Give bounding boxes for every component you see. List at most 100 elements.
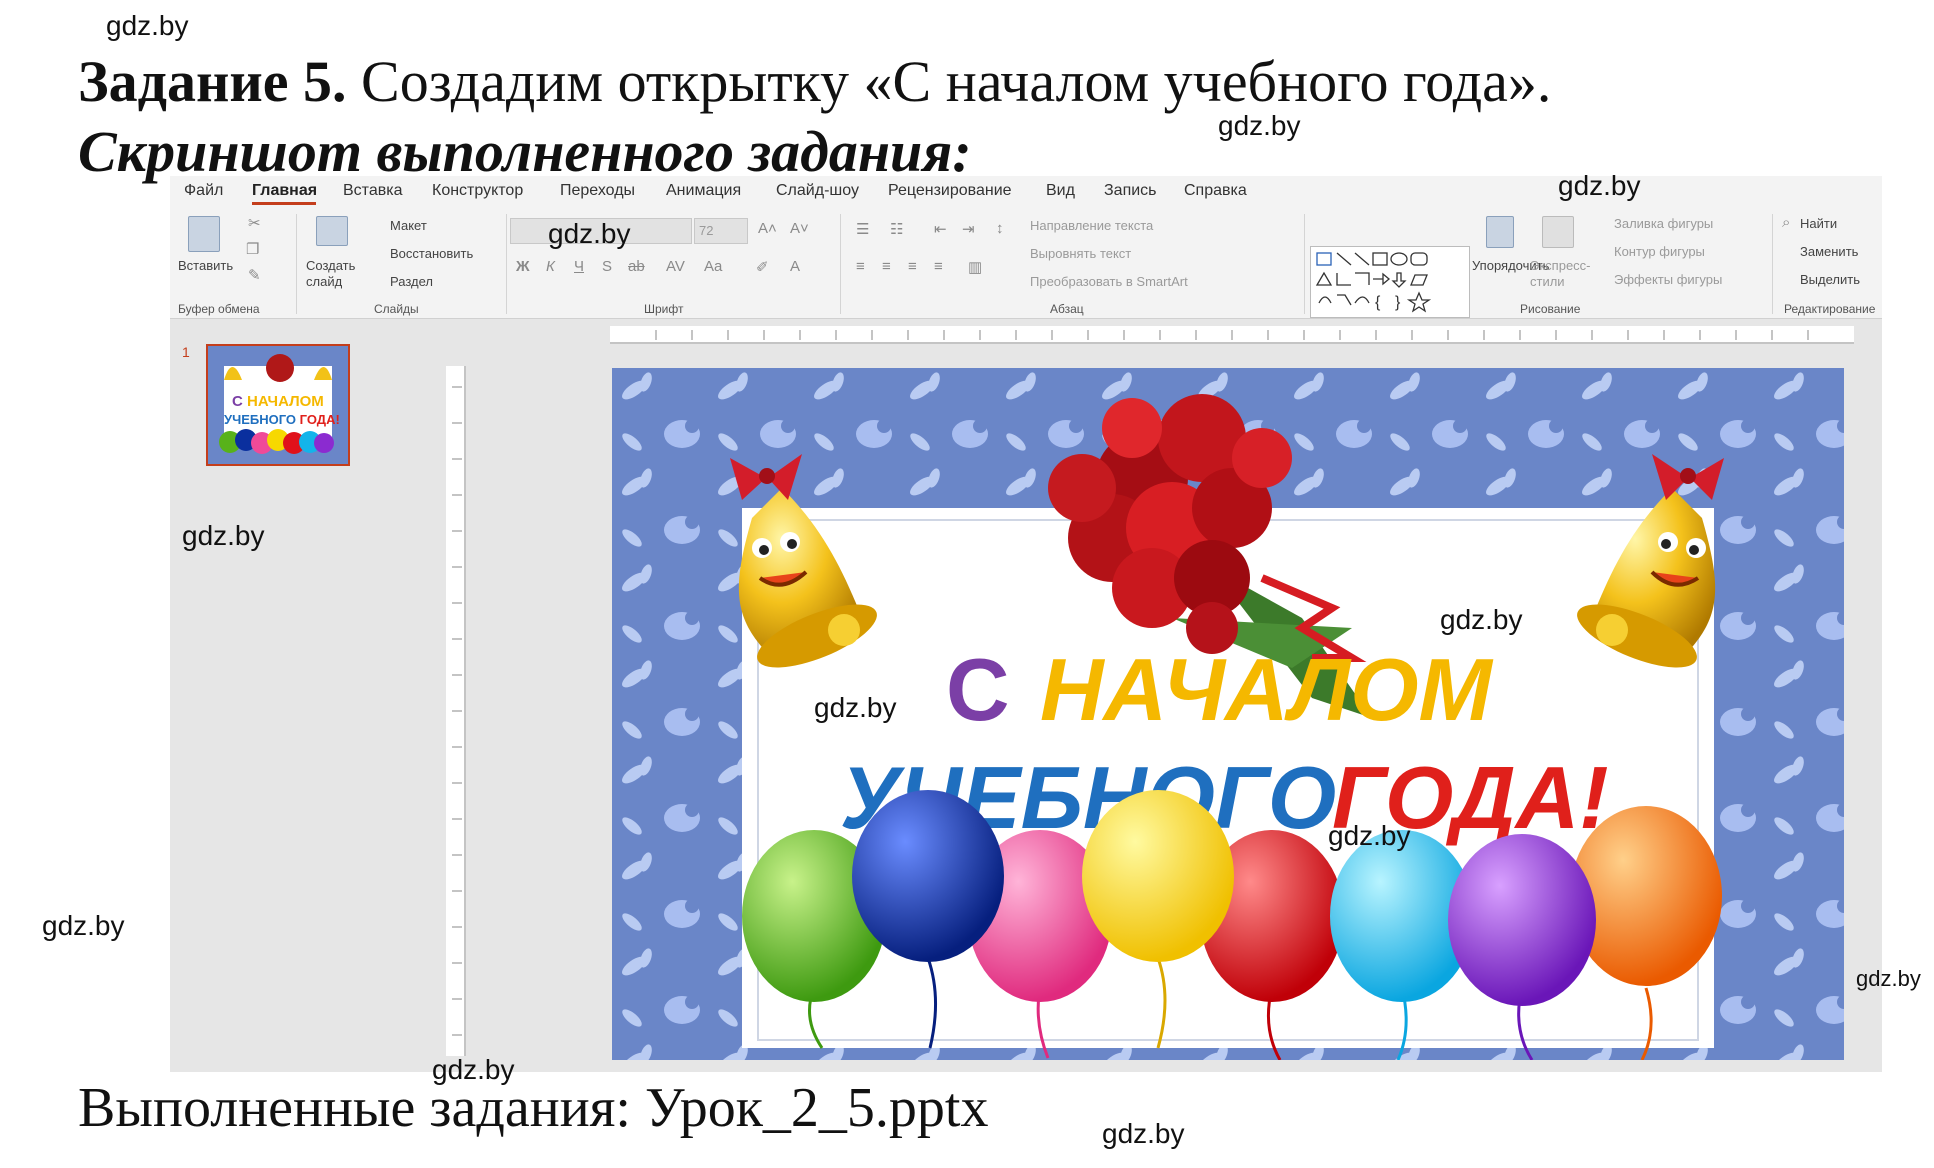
italic-icon[interactable]: К (546, 258, 555, 275)
separator (296, 214, 297, 314)
shrink-font-icon[interactable]: A˅ (790, 220, 809, 237)
menu-animations[interactable]: Анимация (666, 182, 741, 200)
shapes-gallery[interactable]: { } (1310, 246, 1470, 318)
char-spacing-icon[interactable]: AV (666, 258, 685, 275)
watermark: gdz.by (548, 218, 631, 249)
paste-button[interactable]: Вставить (178, 258, 233, 273)
reset-button[interactable]: Восстановить (390, 246, 473, 261)
columns-icon[interactable]: ▥ (968, 258, 982, 276)
drawing-group-label: Рисование (1520, 302, 1581, 316)
shape-fill-button[interactable]: Заливка фигуры (1614, 216, 1713, 231)
svg-text:С НАЧАЛОМ: С НАЧАЛОМ (232, 393, 324, 410)
main-slide-canvas[interactable]: С НАЧАЛОМ УЧЕБНОГО ГОДА! (612, 368, 1844, 1060)
watermark: gdz.by (182, 520, 265, 551)
watermark: gdz.by (432, 1054, 515, 1085)
quick-styles-icon[interactable] (1542, 216, 1574, 248)
task-subtitle: Скриншот выполненного задания: (78, 119, 972, 184)
menu-transitions[interactable]: Переходы (560, 182, 635, 200)
watermark: gdz.by (1218, 110, 1301, 141)
vruler-ticks (452, 366, 466, 1056)
watermark: gdz.by (1102, 1118, 1185, 1149)
separator (1772, 214, 1773, 314)
card-text-nachalom: НАЧАЛОМ (1040, 640, 1494, 739)
ribbon: Вставить ✂ ❐ ✎ Буфер обмена Создать слай… (170, 206, 1882, 319)
menu-record[interactable]: Запись (1104, 182, 1157, 200)
watermark: gdz.by (1328, 820, 1411, 851)
align-left-icon[interactable]: ≡ (856, 258, 865, 275)
underline-icon[interactable]: Ч (574, 258, 584, 275)
bold-icon[interactable]: Ж (516, 258, 530, 275)
greeting-card: С НАЧАЛОМ УЧЕБНОГО ГОДА! (612, 368, 1844, 1060)
vertical-ruler[interactable] (446, 366, 466, 1056)
decrease-indent-icon[interactable]: ⇤ (934, 220, 947, 238)
cut-icon[interactable]: ✂ (248, 214, 261, 232)
shadow-icon[interactable]: S (602, 258, 612, 275)
card-text-s: С (946, 640, 1010, 739)
numbering-icon[interactable]: ☷ (890, 220, 903, 238)
slide-thumbnail[interactable]: С НАЧАЛОМ УЧЕБНОГО ГОДА! (206, 344, 350, 466)
justify-icon[interactable]: ≡ (934, 258, 943, 275)
section-button[interactable]: Раздел (390, 274, 433, 289)
select-button[interactable]: Выделить (1800, 272, 1860, 287)
horizontal-ruler[interactable] (610, 326, 1854, 344)
find-icon[interactable]: ⌕ (1782, 214, 1790, 231)
arrange-icon[interactable] (1486, 216, 1514, 248)
quick-styles-button[interactable]: Экспресс-стили (1530, 258, 1598, 290)
menu-slideshow[interactable]: Слайд-шоу (776, 182, 859, 200)
paragraph-group-label: Абзац (1050, 302, 1084, 316)
active-tab-indicator (252, 202, 316, 205)
grow-font-icon[interactable]: A˄ (758, 220, 777, 237)
align-right-icon[interactable]: ≡ (908, 258, 917, 275)
new-slide-icon[interactable] (316, 216, 348, 246)
strikethrough-icon[interactable]: ab (628, 258, 645, 275)
svg-text:}: } (1395, 294, 1401, 311)
separator (1304, 214, 1305, 314)
change-case-icon[interactable]: Aa (704, 258, 722, 275)
align-text-button[interactable]: Выровнять текст (1030, 246, 1131, 261)
watermark: gdz.by (1856, 966, 1921, 991)
replace-button[interactable]: Заменить (1800, 244, 1858, 259)
svg-text:УЧЕБНОГО ГОДА!: УЧЕБНОГО ГОДА! (224, 412, 340, 427)
shape-effects-button[interactable]: Эффекты фигуры (1614, 272, 1722, 287)
copy-icon[interactable]: ❐ (246, 240, 259, 258)
paste-icon[interactable] (188, 216, 220, 252)
menu-insert[interactable]: Вставка (343, 182, 402, 200)
thumbnail-preview: С НАЧАЛОМ УЧЕБНОГО ГОДА! (208, 346, 348, 464)
format-painter-icon[interactable]: ✎ (248, 266, 261, 284)
font-color-icon[interactable]: A (790, 258, 800, 275)
find-button[interactable]: Найти (1800, 216, 1837, 231)
bullets-icon[interactable]: ☰ (856, 220, 869, 238)
line-spacing-icon[interactable]: ↕ (996, 220, 1004, 237)
layout-button[interactable]: Макет (390, 218, 427, 233)
increase-indent-icon[interactable]: ⇥ (962, 220, 975, 238)
ruler-ticks (610, 330, 1854, 344)
slide-number: 1 (182, 344, 190, 360)
menu-file[interactable]: Файл (184, 182, 223, 200)
create-slide-button[interactable]: Создать слайд (306, 258, 362, 290)
menu-review[interactable]: Рецензирование (888, 182, 1012, 200)
completed-tasks-text: Выполненные задания: Урок_2_5.pptx (78, 1077, 989, 1139)
slides-group-label: Слайды (374, 302, 419, 316)
align-center-icon[interactable]: ≡ (882, 258, 891, 275)
watermark: gdz.by (42, 910, 125, 941)
task-title: Задание 5. Создадим открытку «С началом … (78, 49, 1552, 114)
svg-text:{: { (1375, 294, 1381, 311)
separator (506, 214, 507, 314)
shapes-icon: { } (1315, 252, 1432, 313)
menu-design[interactable]: Конструктор (432, 182, 523, 200)
watermark: gdz.by (814, 692, 897, 723)
menu-home[interactable]: Главная (252, 182, 317, 200)
clipboard-group-label: Буфер обмена (178, 302, 260, 316)
powerpoint-window: Файл Главная Вставка Конструктор Переход… (170, 176, 1882, 1072)
menu-help[interactable]: Справка (1184, 182, 1247, 200)
highlight-icon[interactable]: ✐ (756, 258, 769, 276)
font-size-field[interactable]: 72 (694, 218, 748, 244)
watermark: gdz.by (1558, 170, 1641, 201)
text-direction-button[interactable]: Направление текста (1030, 218, 1153, 233)
watermark: gdz.by (1440, 604, 1523, 635)
smartart-button[interactable]: Преобразовать в SmartArt (1030, 274, 1188, 289)
shape-outline-button[interactable]: Контур фигуры (1614, 244, 1705, 259)
separator (840, 214, 841, 314)
watermark: gdz.by (106, 10, 189, 41)
menu-view[interactable]: Вид (1046, 182, 1075, 200)
